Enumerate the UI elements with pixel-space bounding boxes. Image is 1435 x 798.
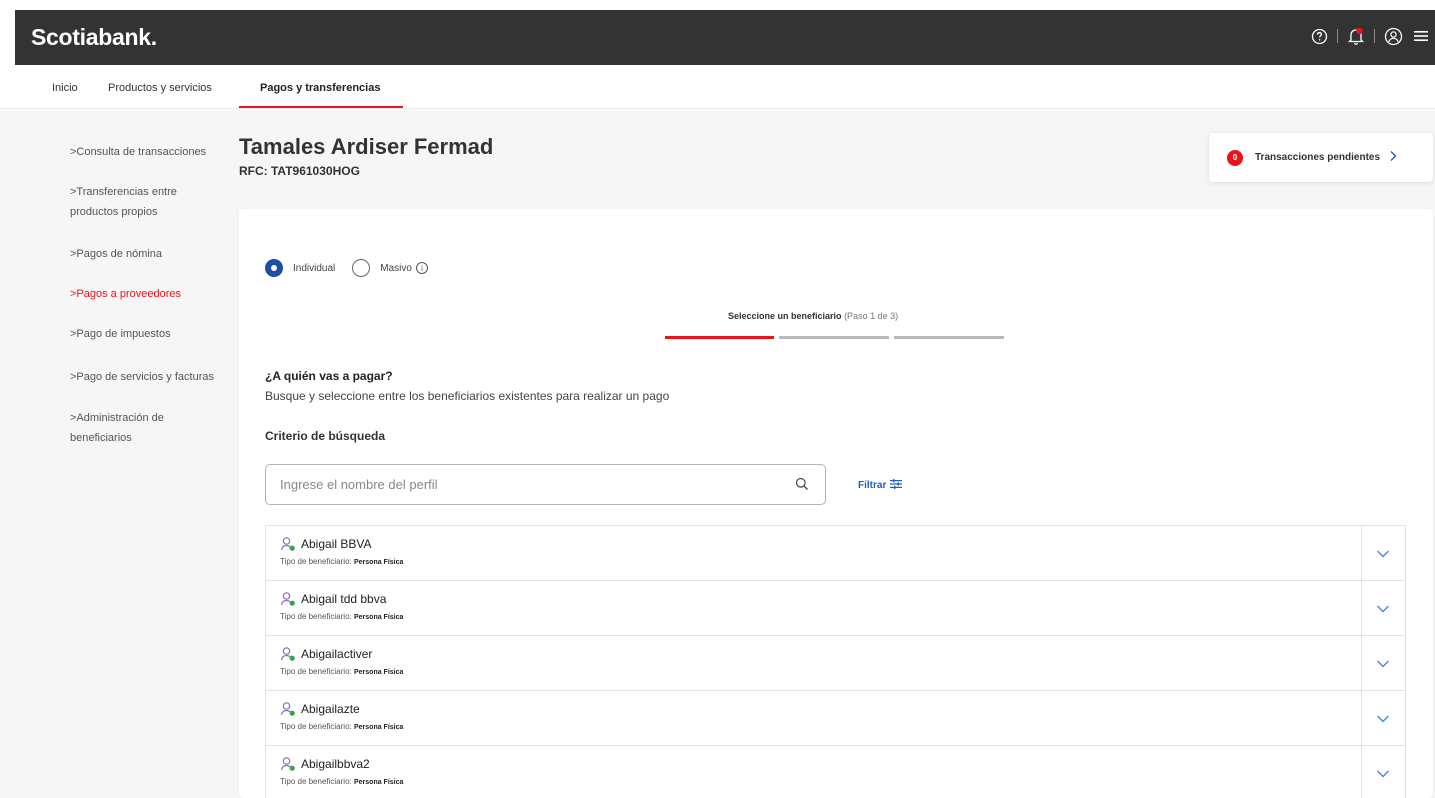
sidebar-item-pago-servicios-facturas[interactable]: >Pago de servicios y facturas <box>70 367 235 387</box>
search-icon[interactable] <box>795 477 809 491</box>
pending-transactions-label: Transacciones pendientes <box>1255 152 1381 163</box>
radio-individual[interactable] <box>265 259 283 277</box>
pending-transactions-button[interactable]: 0 Transacciones pendientes <box>1209 133 1433 182</box>
user-beneficiary-icon <box>280 646 296 662</box>
stepper-step-count: (Paso 1 de 3) <box>844 311 899 321</box>
notification-icon[interactable] <box>1346 26 1366 46</box>
beneficiary-name: Abigailactiver <box>301 647 373 661</box>
chevron-down-icon[interactable] <box>1376 766 1390 778</box>
user-beneficiary-icon <box>280 536 296 552</box>
row-divider <box>1361 581 1362 635</box>
filter-button[interactable]: Filtrar <box>858 479 903 492</box>
beneficiary-type: Tipo de beneficiario: Persona Física <box>280 557 404 566</box>
chevron-down-icon[interactable] <box>1376 601 1390 613</box>
pending-count-badge: 0 <box>1227 149 1243 166</box>
filter-icon <box>890 479 903 492</box>
section-question: ¿A quién vas a pagar? <box>265 369 393 383</box>
active-tab-indicator <box>239 106 403 108</box>
stepper-step-name: Seleccione un beneficiario <box>728 311 842 321</box>
help-icon[interactable] <box>1309 26 1329 46</box>
header-separator <box>1374 29 1375 43</box>
page-title: Tamales Ardiser Fermad <box>239 134 494 159</box>
beneficiary-row[interactable]: Abigail BBVA Tipo de beneficiario: Perso… <box>266 526 1405 581</box>
sidebar-item-consulta-transacciones[interactable]: >Consulta de transacciones <box>70 142 235 162</box>
beneficiary-row[interactable]: Abigail tdd bbva Tipo de beneficiario: P… <box>266 581 1405 636</box>
tab-inicio[interactable]: Inicio <box>52 82 78 94</box>
beneficiary-name: Abigail tdd bbva <box>301 592 387 606</box>
sidebar-item-administracion-beneficiarios[interactable]: >Administración de beneficiarios <box>70 408 195 448</box>
beneficiary-row[interactable]: Abigailbbva2 Tipo de beneficiario: Perso… <box>266 746 1405 798</box>
main-nav: Inicio Productos y servicios Pagos y tra… <box>0 65 1435 109</box>
tab-pagos-y-transferencias[interactable]: Pagos y transferencias <box>260 82 380 94</box>
filter-label: Filtrar <box>858 480 887 491</box>
section-description: Busque y seleccione entre los beneficiar… <box>265 389 670 403</box>
stepper-title: Seleccione un beneficiario (Paso 1 de 3) <box>728 311 898 321</box>
header-separator <box>1337 29 1338 43</box>
stepper-segment-3 <box>894 336 1004 339</box>
chevron-down-icon[interactable] <box>1376 546 1390 558</box>
radio-masivo[interactable] <box>352 259 371 277</box>
search-criteria-label: Criterio de búsqueda <box>265 429 386 443</box>
user-icon[interactable] <box>1383 26 1403 46</box>
chevron-down-icon[interactable] <box>1376 656 1390 668</box>
tab-productos-y-servicios[interactable]: Productos y servicios <box>108 82 212 94</box>
user-beneficiary-icon <box>280 756 296 772</box>
search-input[interactable] <box>280 473 780 495</box>
top-strip <box>0 0 1435 10</box>
row-divider <box>1361 691 1362 745</box>
beneficiary-type: Tipo de beneficiario: Persona Física <box>280 777 404 786</box>
search-box <box>265 464 826 505</box>
info-icon[interactable]: i <box>415 262 428 274</box>
row-divider <box>1361 636 1362 690</box>
beneficiary-type: Tipo de beneficiario: Persona Física <box>280 612 404 621</box>
sidebar-item-pagos-proveedores[interactable]: >Pagos a proveedores <box>70 284 235 304</box>
sidebar-item-pagos-nomina[interactable]: >Pagos de nómina <box>70 244 235 264</box>
beneficiary-list: Abigail BBVA Tipo de beneficiario: Perso… <box>265 525 1406 798</box>
beneficiary-name: Abigail BBVA <box>301 537 372 551</box>
stepper-segment-1 <box>665 336 774 339</box>
beneficiary-type: Tipo de beneficiario: Persona Física <box>280 667 404 676</box>
header-actions <box>1309 26 1431 46</box>
beneficiary-name: Abigailazte <box>301 702 360 716</box>
row-divider <box>1361 526 1362 580</box>
beneficiary-row[interactable]: Abigailactiver Tipo de beneficiario: Per… <box>266 636 1405 691</box>
rfc-label: RFC: TAT961030HOG <box>239 164 360 178</box>
sidebar-item-pago-impuestos[interactable]: >Pago de impuestos <box>70 324 235 344</box>
beneficiary-type: Tipo de beneficiario: Persona Física <box>280 722 404 731</box>
beneficiary-name: Abigailbbva2 <box>301 757 370 771</box>
user-beneficiary-icon <box>280 701 296 717</box>
radio-masivo-label[interactable]: Masivo <box>380 263 412 274</box>
radio-individual-label[interactable]: Individual <box>293 263 335 274</box>
stepper-segment-2 <box>779 336 889 339</box>
sidebar-item-transferencias-propios[interactable]: >Transferencias entre productos propios <box>70 182 200 222</box>
user-beneficiary-icon <box>280 591 296 607</box>
row-divider <box>1361 746 1362 798</box>
payment-mode-selector: Individual Masivo i <box>265 259 428 277</box>
beneficiary-row[interactable]: Abigailazte Tipo de beneficiario: Person… <box>266 691 1405 746</box>
chevron-down-icon[interactable] <box>1376 711 1390 723</box>
app-header: Scotiabank. <box>15 10 1435 65</box>
menu-icon[interactable] <box>1411 26 1431 46</box>
scotiabank-logo[interactable]: Scotiabank. <box>31 24 157 51</box>
chevron-right-icon <box>1389 150 1397 165</box>
